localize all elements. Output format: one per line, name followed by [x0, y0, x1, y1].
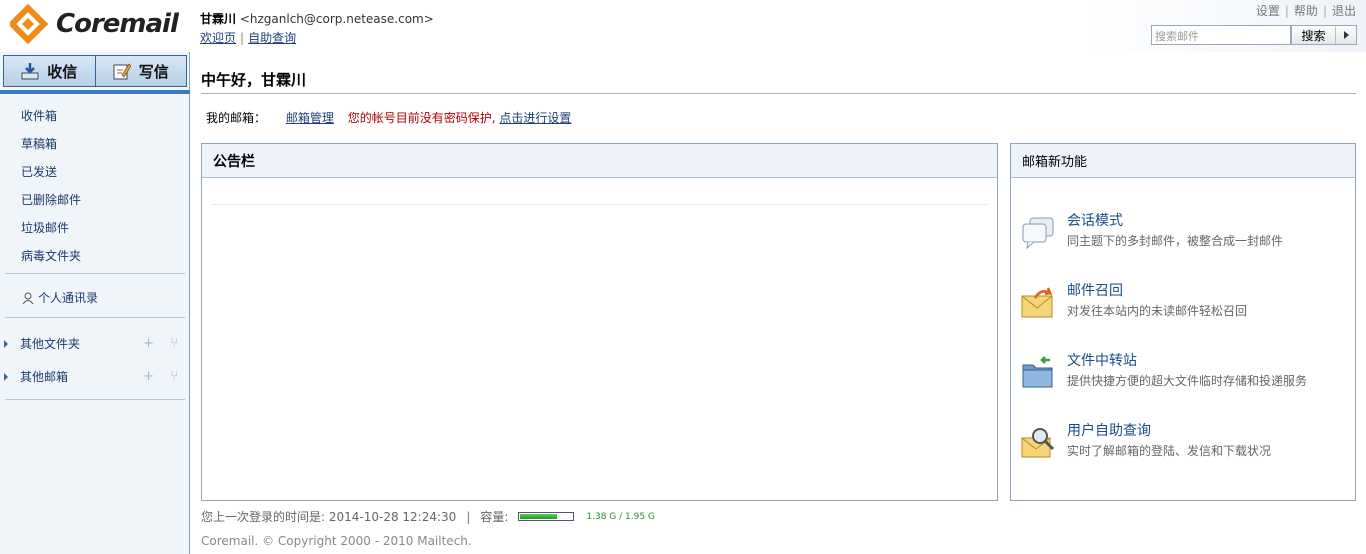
capacity-text: 1.38 G / 1.95 G: [586, 511, 655, 522]
search-options-arrow-icon[interactable]: [1336, 31, 1356, 39]
last-login-text: 您上一次登录的时间是: 2014-10-28 12:24:30: [201, 510, 457, 524]
search-button[interactable]: 搜索: [1291, 25, 1357, 45]
other-mailboxes-section[interactable]: 其他邮箱 + ⑂: [4, 368, 184, 385]
compose-label: 写信: [138, 62, 169, 81]
other-folders-section[interactable]: 其他文件夹 + ⑂: [4, 335, 184, 352]
coremail-logo[interactable]: Coremail: [10, 4, 182, 44]
password-warning: 您的帐号目前没有密码保护,: [347, 111, 496, 125]
sidebar-accent-bar: [0, 90, 190, 94]
feature-title: 会话模式: [1067, 213, 1123, 229]
receive-mail-label: 收信: [47, 62, 78, 81]
greeting-divider: [201, 93, 1356, 94]
chat-bubble-icon: [1022, 217, 1054, 250]
folder-virus[interactable]: 病毒文件夹: [21, 247, 81, 264]
new-features-panel: 邮箱新功能 会话模式 同主题下的多封邮件，被整合成一封邮件 邮件召回 对发往本站…: [1010, 143, 1356, 501]
notice-board-title: 公告栏: [202, 144, 997, 178]
notice-divider: [212, 204, 987, 205]
sidebar-divider: [5, 317, 185, 318]
copyright: Coremail. © Copyright 2000 - 2010 Mailte…: [201, 534, 472, 548]
feature-title: 邮件召回: [1067, 283, 1123, 299]
inbox-download-icon: [21, 63, 39, 80]
welcome-link[interactable]: 欢迎页: [200, 31, 236, 45]
expand-arrow-icon[interactable]: [4, 339, 8, 348]
search-input[interactable]: 搜索邮件: [1151, 25, 1291, 45]
feature-self-service-query[interactable]: 用户自助查询 实时了解邮箱的登陆、发信和下载状况: [1021, 420, 1341, 470]
link-separator: |: [240, 31, 245, 45]
folder-actions[interactable]: + ⑂: [143, 336, 184, 351]
person-icon: [22, 292, 34, 304]
self-service-link[interactable]: 自助查询: [248, 31, 296, 45]
other-mailboxes-label: 其他邮箱: [20, 370, 69, 384]
feature-title: 用户自助查询: [1067, 423, 1151, 439]
mailbox-label: 我的邮箱：: [206, 111, 267, 125]
contacts-link[interactable]: 个人通讯录: [22, 289, 98, 306]
user-name: 甘霖川: [200, 12, 237, 26]
mailbox-actions[interactable]: + ⑂: [143, 369, 184, 384]
sidebar-divider: [5, 399, 185, 400]
feature-description: 提供快捷方便的超大文件临时存储和投递服务: [1067, 374, 1308, 388]
mail-recall-icon: [1021, 287, 1053, 318]
logo-text: Coremail: [56, 9, 179, 39]
folder-inbox[interactable]: 收件箱: [21, 107, 57, 124]
compose-button[interactable]: 写信: [94, 56, 187, 86]
capacity-bar-fill: [520, 514, 558, 519]
user-links: 欢迎页 | 自助查询: [200, 29, 296, 46]
feature-title: 文件中转站: [1067, 353, 1137, 369]
mail-search-icon: [1021, 428, 1055, 458]
feature-file-transfer[interactable]: 文件中转站 提供快捷方便的超大文件临时存储和投递服务: [1021, 350, 1341, 400]
logo-icon: [10, 4, 49, 44]
folder-junk[interactable]: 垃圾邮件: [21, 219, 69, 236]
mailbox-manage-link[interactable]: 邮箱管理: [286, 111, 334, 125]
compose-pencil-icon: [113, 63, 131, 80]
settings-link[interactable]: 设置: [1256, 4, 1280, 18]
feature-description: 实时了解邮箱的登陆、发信和下载状况: [1067, 444, 1272, 458]
feature-mail-recall[interactable]: 邮件召回 对发往本站内的未读邮件轻松召回: [1021, 280, 1341, 330]
feature-conversation-mode[interactable]: 会话模式 同主题下的多封邮件，被整合成一封邮件: [1021, 210, 1341, 260]
folder-sent[interactable]: 已发送: [21, 163, 57, 180]
capacity-bar: [518, 512, 575, 521]
sidebar: 收信 写信 收件箱 草稿箱 已发送 已删除邮件 垃圾邮件 病毒文件夹 个人通讯录…: [0, 52, 190, 554]
login-info: 您上一次登录的时间是: 2014-10-28 12:24:30 | 容量: 1.…: [201, 509, 655, 525]
user-info: 甘霖川 <hzganlch@corp.netease.com>: [200, 10, 434, 27]
sidebar-divider: [5, 273, 185, 274]
notice-board-panel: 公告栏: [201, 143, 998, 501]
feature-description: 对发往本站内的未读邮件轻松召回: [1067, 304, 1248, 318]
capacity-label: 容量:: [480, 510, 509, 524]
folder-drafts[interactable]: 草稿箱: [21, 135, 57, 152]
greeting: 中午好，甘霖川: [201, 71, 307, 89]
mailbox-row: 我的邮箱： 邮箱管理 您的帐号目前没有密码保护, 点击进行设置: [206, 109, 571, 126]
receive-mail-button[interactable]: 收信: [4, 56, 95, 86]
new-features-title: 邮箱新功能: [1011, 144, 1355, 178]
folder-deleted[interactable]: 已删除邮件: [21, 191, 81, 208]
main-actions: 收信 写信: [3, 55, 187, 87]
user-email: <hzganlch@corp.netease.com>: [239, 12, 434, 26]
expand-arrow-icon[interactable]: [4, 372, 8, 381]
file-transfer-icon: [1022, 356, 1053, 388]
feature-description: 同主题下的多封邮件，被整合成一封邮件: [1067, 234, 1284, 248]
help-link[interactable]: 帮助: [1294, 4, 1318, 18]
logout-link[interactable]: 退出: [1332, 4, 1356, 18]
other-folders-label: 其他文件夹: [20, 337, 81, 351]
top-links: 设置 | 帮助 | 退出: [1255, 4, 1356, 18]
contacts-label: 个人通讯录: [38, 291, 99, 305]
search-button-label: 搜索: [1292, 26, 1336, 44]
password-setup-link[interactable]: 点击进行设置: [499, 111, 571, 125]
